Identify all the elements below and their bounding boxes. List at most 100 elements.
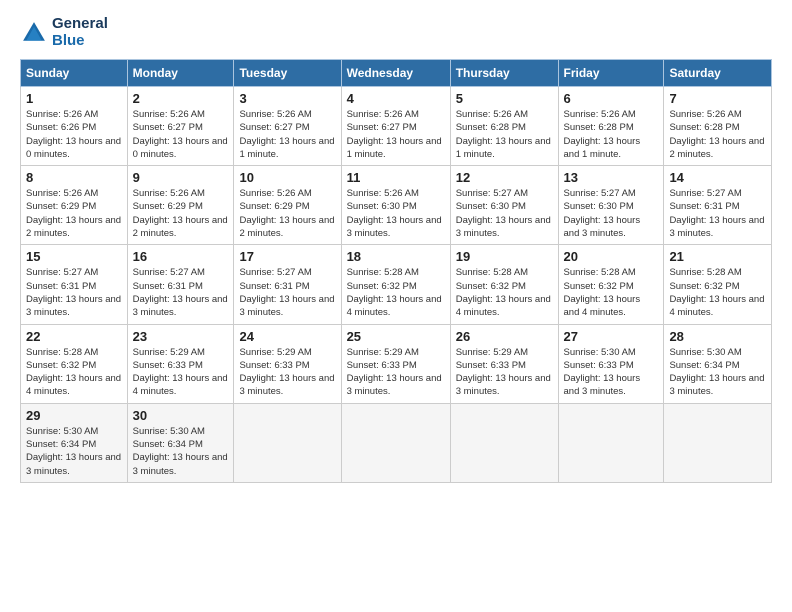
day-number: 19 <box>456 249 553 264</box>
day-number: 27 <box>564 329 659 344</box>
day-number: 11 <box>347 170 445 185</box>
col-header-wednesday: Wednesday <box>341 60 450 87</box>
calendar-cell: 25 Sunrise: 5:29 AM Sunset: 6:33 PM Dayl… <box>341 324 450 403</box>
calendar-cell: 26 Sunrise: 5:29 AM Sunset: 6:33 PM Dayl… <box>450 324 558 403</box>
day-info: Sunrise: 5:26 AM Sunset: 6:28 PM Dayligh… <box>669 108 766 161</box>
calendar-cell: 1 Sunrise: 5:26 AM Sunset: 6:26 PM Dayli… <box>21 87 128 166</box>
day-info: Sunrise: 5:27 AM Sunset: 6:30 PM Dayligh… <box>456 187 553 240</box>
day-info: Sunrise: 5:28 AM Sunset: 6:32 PM Dayligh… <box>669 266 766 319</box>
calendar-cell: 8 Sunrise: 5:26 AM Sunset: 6:29 PM Dayli… <box>21 166 128 245</box>
calendar-cell: 27 Sunrise: 5:30 AM Sunset: 6:33 PM Dayl… <box>558 324 664 403</box>
day-info: Sunrise: 5:30 AM Sunset: 6:33 PM Dayligh… <box>564 346 659 399</box>
day-number: 14 <box>669 170 766 185</box>
day-info: Sunrise: 5:27 AM Sunset: 6:31 PM Dayligh… <box>239 266 335 319</box>
day-number: 6 <box>564 91 659 106</box>
logo-icon <box>20 19 48 47</box>
day-number: 22 <box>26 329 122 344</box>
day-info: Sunrise: 5:26 AM Sunset: 6:29 PM Dayligh… <box>239 187 335 240</box>
day-number: 24 <box>239 329 335 344</box>
calendar-cell: 5 Sunrise: 5:26 AM Sunset: 6:28 PM Dayli… <box>450 87 558 166</box>
day-number: 1 <box>26 91 122 106</box>
day-info: Sunrise: 5:30 AM Sunset: 6:34 PM Dayligh… <box>669 346 766 399</box>
calendar-cell: 24 Sunrise: 5:29 AM Sunset: 6:33 PM Dayl… <box>234 324 341 403</box>
day-info: Sunrise: 5:26 AM Sunset: 6:27 PM Dayligh… <box>347 108 445 161</box>
day-number: 7 <box>669 91 766 106</box>
calendar-cell: 2 Sunrise: 5:26 AM Sunset: 6:27 PM Dayli… <box>127 87 234 166</box>
day-info: Sunrise: 5:26 AM Sunset: 6:27 PM Dayligh… <box>239 108 335 161</box>
day-number: 21 <box>669 249 766 264</box>
day-number: 9 <box>133 170 229 185</box>
calendar-cell: 4 Sunrise: 5:26 AM Sunset: 6:27 PM Dayli… <box>341 87 450 166</box>
day-info: Sunrise: 5:28 AM Sunset: 6:32 PM Dayligh… <box>564 266 659 319</box>
calendar-week-row: 1 Sunrise: 5:26 AM Sunset: 6:26 PM Dayli… <box>21 87 772 166</box>
calendar-cell: 7 Sunrise: 5:26 AM Sunset: 6:28 PM Dayli… <box>664 87 772 166</box>
day-number: 3 <box>239 91 335 106</box>
day-info: Sunrise: 5:27 AM Sunset: 6:31 PM Dayligh… <box>26 266 122 319</box>
calendar-cell: 14 Sunrise: 5:27 AM Sunset: 6:31 PM Dayl… <box>664 166 772 245</box>
day-number: 12 <box>456 170 553 185</box>
day-number: 23 <box>133 329 229 344</box>
day-number: 29 <box>26 408 122 423</box>
day-info: Sunrise: 5:27 AM Sunset: 6:31 PM Dayligh… <box>669 187 766 240</box>
calendar-cell <box>450 403 558 482</box>
day-info: Sunrise: 5:29 AM Sunset: 6:33 PM Dayligh… <box>239 346 335 399</box>
col-header-monday: Monday <box>127 60 234 87</box>
day-number: 18 <box>347 249 445 264</box>
logo-text: General Blue <box>52 16 108 49</box>
day-number: 4 <box>347 91 445 106</box>
calendar-cell <box>664 403 772 482</box>
calendar-cell: 20 Sunrise: 5:28 AM Sunset: 6:32 PM Dayl… <box>558 245 664 324</box>
col-header-tuesday: Tuesday <box>234 60 341 87</box>
day-number: 16 <box>133 249 229 264</box>
calendar-cell: 9 Sunrise: 5:26 AM Sunset: 6:29 PM Dayli… <box>127 166 234 245</box>
day-number: 28 <box>669 329 766 344</box>
logo: General Blue <box>20 16 108 49</box>
calendar-cell: 22 Sunrise: 5:28 AM Sunset: 6:32 PM Dayl… <box>21 324 128 403</box>
col-header-thursday: Thursday <box>450 60 558 87</box>
calendar-cell: 15 Sunrise: 5:27 AM Sunset: 6:31 PM Dayl… <box>21 245 128 324</box>
day-number: 5 <box>456 91 553 106</box>
day-number: 30 <box>133 408 229 423</box>
calendar-cell <box>234 403 341 482</box>
day-info: Sunrise: 5:30 AM Sunset: 6:34 PM Dayligh… <box>26 425 122 478</box>
calendar-cell: 12 Sunrise: 5:27 AM Sunset: 6:30 PM Dayl… <box>450 166 558 245</box>
day-number: 25 <box>347 329 445 344</box>
calendar-cell <box>341 403 450 482</box>
calendar-cell: 10 Sunrise: 5:26 AM Sunset: 6:29 PM Dayl… <box>234 166 341 245</box>
day-number: 8 <box>26 170 122 185</box>
day-info: Sunrise: 5:26 AM Sunset: 6:30 PM Dayligh… <box>347 187 445 240</box>
day-info: Sunrise: 5:28 AM Sunset: 6:32 PM Dayligh… <box>26 346 122 399</box>
day-info: Sunrise: 5:26 AM Sunset: 6:29 PM Dayligh… <box>26 187 122 240</box>
calendar-cell: 29 Sunrise: 5:30 AM Sunset: 6:34 PM Dayl… <box>21 403 128 482</box>
calendar-cell: 13 Sunrise: 5:27 AM Sunset: 6:30 PM Dayl… <box>558 166 664 245</box>
day-info: Sunrise: 5:29 AM Sunset: 6:33 PM Dayligh… <box>347 346 445 399</box>
calendar-week-row: 22 Sunrise: 5:28 AM Sunset: 6:32 PM Dayl… <box>21 324 772 403</box>
calendar-cell: 23 Sunrise: 5:29 AM Sunset: 6:33 PM Dayl… <box>127 324 234 403</box>
calendar-cell: 28 Sunrise: 5:30 AM Sunset: 6:34 PM Dayl… <box>664 324 772 403</box>
calendar-cell: 21 Sunrise: 5:28 AM Sunset: 6:32 PM Dayl… <box>664 245 772 324</box>
calendar-cell: 19 Sunrise: 5:28 AM Sunset: 6:32 PM Dayl… <box>450 245 558 324</box>
day-info: Sunrise: 5:28 AM Sunset: 6:32 PM Dayligh… <box>456 266 553 319</box>
day-number: 2 <box>133 91 229 106</box>
day-number: 20 <box>564 249 659 264</box>
day-info: Sunrise: 5:29 AM Sunset: 6:33 PM Dayligh… <box>456 346 553 399</box>
day-number: 17 <box>239 249 335 264</box>
day-number: 26 <box>456 329 553 344</box>
calendar-cell <box>558 403 664 482</box>
page: General Blue SundayMondayTuesdayWednesda… <box>0 0 792 612</box>
day-info: Sunrise: 5:27 AM Sunset: 6:31 PM Dayligh… <box>133 266 229 319</box>
day-info: Sunrise: 5:26 AM Sunset: 6:27 PM Dayligh… <box>133 108 229 161</box>
col-header-sunday: Sunday <box>21 60 128 87</box>
calendar-cell: 16 Sunrise: 5:27 AM Sunset: 6:31 PM Dayl… <box>127 245 234 324</box>
calendar-week-row: 15 Sunrise: 5:27 AM Sunset: 6:31 PM Dayl… <box>21 245 772 324</box>
day-info: Sunrise: 5:26 AM Sunset: 6:28 PM Dayligh… <box>564 108 659 161</box>
day-info: Sunrise: 5:28 AM Sunset: 6:32 PM Dayligh… <box>347 266 445 319</box>
col-header-saturday: Saturday <box>664 60 772 87</box>
day-info: Sunrise: 5:30 AM Sunset: 6:34 PM Dayligh… <box>133 425 229 478</box>
col-header-friday: Friday <box>558 60 664 87</box>
calendar-cell: 18 Sunrise: 5:28 AM Sunset: 6:32 PM Dayl… <box>341 245 450 324</box>
calendar-header-row: SundayMondayTuesdayWednesdayThursdayFrid… <box>21 60 772 87</box>
calendar-cell: 11 Sunrise: 5:26 AM Sunset: 6:30 PM Dayl… <box>341 166 450 245</box>
day-number: 13 <box>564 170 659 185</box>
calendar-cell: 3 Sunrise: 5:26 AM Sunset: 6:27 PM Dayli… <box>234 87 341 166</box>
